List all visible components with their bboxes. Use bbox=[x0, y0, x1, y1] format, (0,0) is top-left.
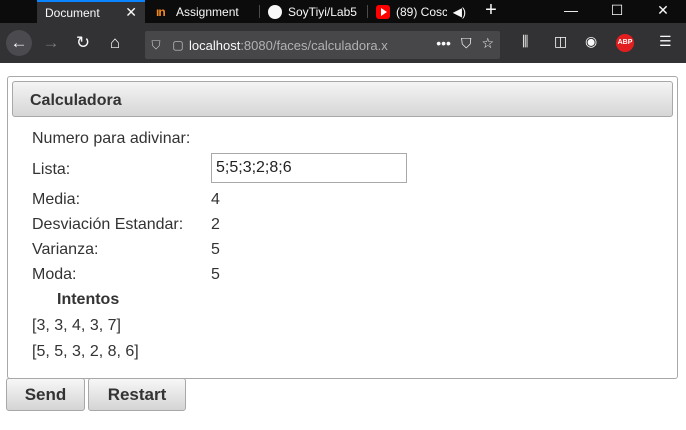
intento-item: [5, 5, 3, 2, 8, 6] bbox=[32, 343, 139, 360]
url-text[interactable]: localhost:8080/faces/calculadora.x bbox=[189, 38, 399, 53]
desviacion-value: 2 bbox=[211, 216, 220, 233]
forward-arrow-icon: → bbox=[42, 33, 60, 52]
moda-label: Moda: bbox=[32, 266, 77, 283]
moda-value: 5 bbox=[211, 266, 220, 283]
back-arrow-icon: ← bbox=[10, 33, 28, 52]
speaker-icon[interactable]: ◀) bbox=[453, 5, 466, 19]
media-value: 4 bbox=[211, 191, 220, 208]
navigation-toolbar: ← → ↻ ⌂ ⛉ ▢ localhost:8080/faces/calcula… bbox=[0, 23, 686, 63]
url-rest: :8080/faces/calculadora.x bbox=[240, 37, 388, 53]
more-actions-icon[interactable]: ••• bbox=[436, 35, 451, 52]
reload-button[interactable]: ↻ bbox=[70, 30, 96, 56]
numero-label: Numero para adivinar: bbox=[32, 130, 191, 147]
new-tab-button[interactable]: + bbox=[480, 0, 502, 23]
github-favicon-icon bbox=[268, 4, 282, 19]
home-button[interactable]: ⌂ bbox=[102, 30, 128, 56]
tab-document[interactable]: Document ✕ bbox=[37, 0, 145, 23]
bookmark-star-icon[interactable]: ☆ bbox=[481, 35, 494, 52]
panel-title: Calculadora bbox=[30, 92, 122, 109]
url-bar[interactable]: ⛉ ▢ localhost:8080/faces/calculadora.x •… bbox=[145, 31, 500, 59]
desviacion-label: Desviación Estandar: bbox=[32, 216, 184, 233]
lista-label: Lista: bbox=[32, 161, 71, 178]
instructure-favicon-icon: ın bbox=[156, 4, 166, 19]
tab-assignment[interactable]: ın Assignment bbox=[148, 0, 256, 23]
reload-icon: ↻ bbox=[75, 33, 91, 52]
send-button[interactable]: Send bbox=[6, 378, 85, 411]
close-tab-icon[interactable]: ✕ bbox=[125, 4, 137, 21]
tab-strip: Document ✕ ın Assignment SoyTiyi/Lab5 (8… bbox=[0, 0, 686, 23]
tab-label: Document bbox=[45, 5, 100, 20]
calculator-panel: Calculadora Numero para adivinar: Lista:… bbox=[7, 76, 678, 379]
pocket-icon[interactable]: ⛉ bbox=[461, 35, 472, 52]
varianza-value: 5 bbox=[211, 241, 220, 258]
tab-label: Assignment bbox=[176, 4, 239, 19]
tab-youtube[interactable]: (89) Cosc ◀) bbox=[368, 0, 474, 23]
minimize-button[interactable]: — bbox=[548, 0, 594, 23]
tab-github[interactable]: SoyTiyi/Lab5 bbox=[260, 0, 366, 23]
youtube-favicon-icon bbox=[376, 4, 390, 19]
adblock-plus-icon[interactable]: ABP bbox=[616, 34, 634, 52]
url-host: localhost bbox=[189, 37, 241, 53]
menu-icon[interactable]: ☰ bbox=[659, 33, 672, 50]
sidebar-icon[interactable]: ◫ bbox=[554, 33, 567, 50]
restart-button[interactable]: Restart bbox=[88, 378, 186, 411]
page-info-icon[interactable]: ▢ bbox=[167, 38, 189, 52]
tab-label: SoyTiyi/Lab5 bbox=[288, 4, 357, 19]
intento-item: [3, 3, 4, 3, 7] bbox=[32, 317, 121, 334]
media-label: Media: bbox=[32, 191, 81, 208]
lista-input[interactable] bbox=[211, 153, 407, 183]
panel-header: Calculadora bbox=[12, 81, 673, 117]
varianza-label: Varianza: bbox=[32, 241, 99, 258]
url-bar-actions: ••• ⛉ ☆ bbox=[436, 35, 494, 52]
back-button[interactable]: ← bbox=[6, 30, 32, 56]
page-content: Calculadora Numero para adivinar: Lista:… bbox=[0, 63, 686, 430]
tab-label: (89) Cosc bbox=[396, 4, 447, 19]
close-window-button[interactable]: ✕ bbox=[640, 0, 686, 23]
forward-button[interactable]: → bbox=[38, 30, 64, 56]
shield-icon[interactable]: ⛉ bbox=[145, 38, 167, 53]
home-icon: ⌂ bbox=[109, 33, 121, 52]
library-icon[interactable]: ⫼ bbox=[522, 33, 528, 50]
intentos-title: Intentos bbox=[57, 291, 120, 308]
account-icon[interactable]: ◉ bbox=[585, 33, 597, 50]
maximize-button[interactable]: ☐ bbox=[594, 0, 640, 23]
